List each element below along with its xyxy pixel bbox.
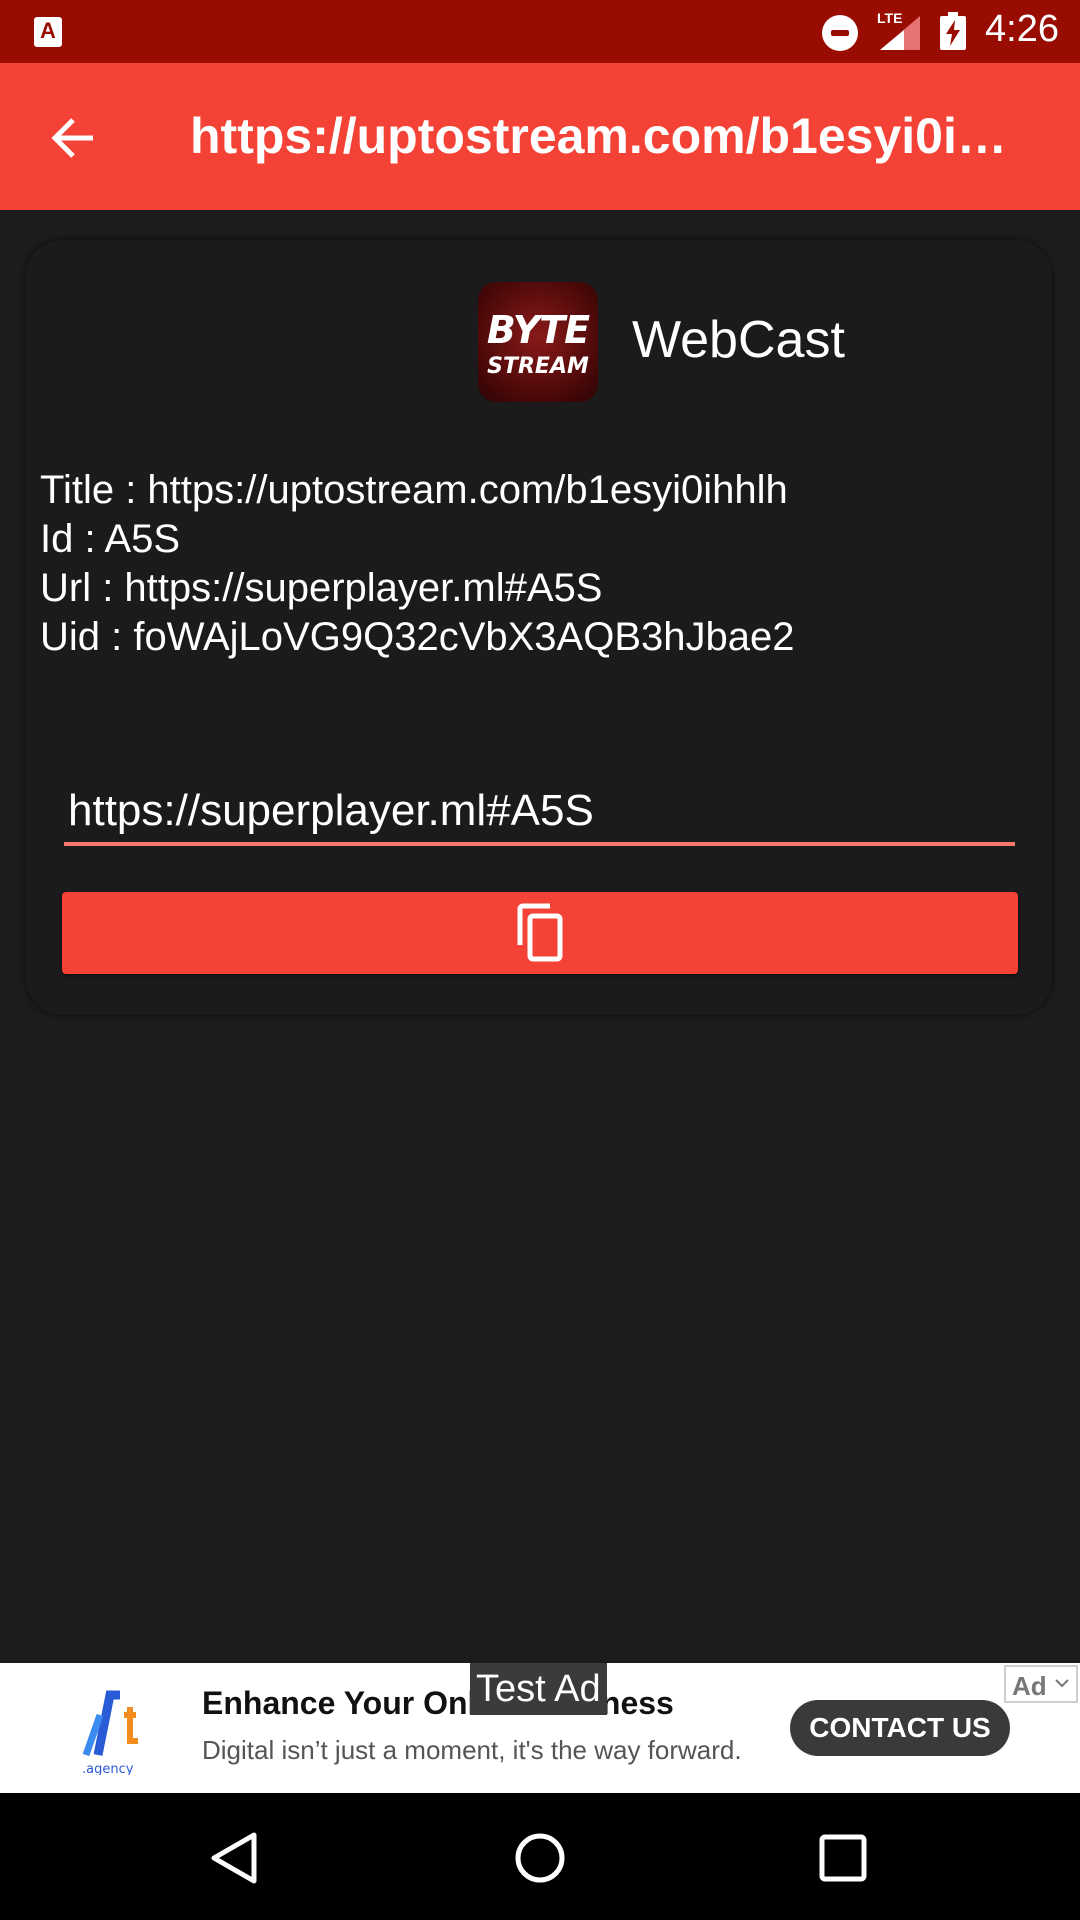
chevron-down-icon xyxy=(1055,1679,1069,1688)
ad-subtitle: Digital isn’t just a moment, it's the wa… xyxy=(202,1735,742,1765)
ad-choices-label: Ad xyxy=(1012,1671,1047,1701)
info-list: Title : https://uptostream.com/b1esyi0ih… xyxy=(40,466,1040,662)
nav-back-icon[interactable] xyxy=(200,1823,270,1893)
advertiser-logo-text: .agency xyxy=(82,1762,134,1775)
screen: A LTE 4:26 https://uptostream.com/b1esyi… xyxy=(0,0,1080,1920)
app-logo: BYTE STREAM xyxy=(478,282,598,402)
page-title: https://uptostream.com/b1esyi0ihhlh xyxy=(190,108,1020,164)
copy-button[interactable] xyxy=(62,892,1018,974)
ad-choices-button[interactable]: Ad xyxy=(1004,1665,1078,1703)
logo-text-primary: BYTE xyxy=(486,308,590,352)
info-id: Id : A5S xyxy=(40,517,181,561)
app-name: WebCast xyxy=(632,311,845,369)
stream-info-card: BYTE STREAM WebCast Title : https://upto… xyxy=(26,240,1052,1015)
advertiser-logo: .agency xyxy=(82,1690,138,1775)
status-time: 4:26 xyxy=(985,8,1059,50)
contact-us-button[interactable]: CONTACT US xyxy=(790,1700,1010,1756)
info-url: Url : https://superplayer.ml#A5S xyxy=(40,566,603,610)
logo-text-secondary: STREAM xyxy=(487,354,589,379)
navigation-bar xyxy=(0,1793,1080,1920)
signal-icon xyxy=(880,16,920,50)
test-ad-label: Test Ad xyxy=(470,1663,607,1715)
nav-recents-icon[interactable] xyxy=(808,1823,878,1893)
back-button[interactable] xyxy=(36,103,110,173)
info-title: Title : https://uptostream.com/b1esyi0ih… xyxy=(40,468,788,512)
nav-home-icon[interactable] xyxy=(505,1823,575,1893)
copy-icon xyxy=(517,903,563,962)
info-uid: Uid : foWAjLoVG9Q32cVbX3AQB3hJbae2 xyxy=(40,615,795,659)
app-notification-icon: A xyxy=(34,17,62,47)
ad-banner[interactable]: .agency Enhance Your Online Business Dig… xyxy=(0,1663,1080,1793)
status-bar: A LTE 4:26 xyxy=(0,0,1080,63)
battery-charging-icon xyxy=(940,12,966,50)
do-not-disturb-icon xyxy=(822,15,858,51)
url-input[interactable] xyxy=(64,780,1015,846)
app-bar: https://uptostream.com/b1esyi0ihhlh xyxy=(0,63,1080,210)
arrow-back-icon xyxy=(51,118,93,158)
